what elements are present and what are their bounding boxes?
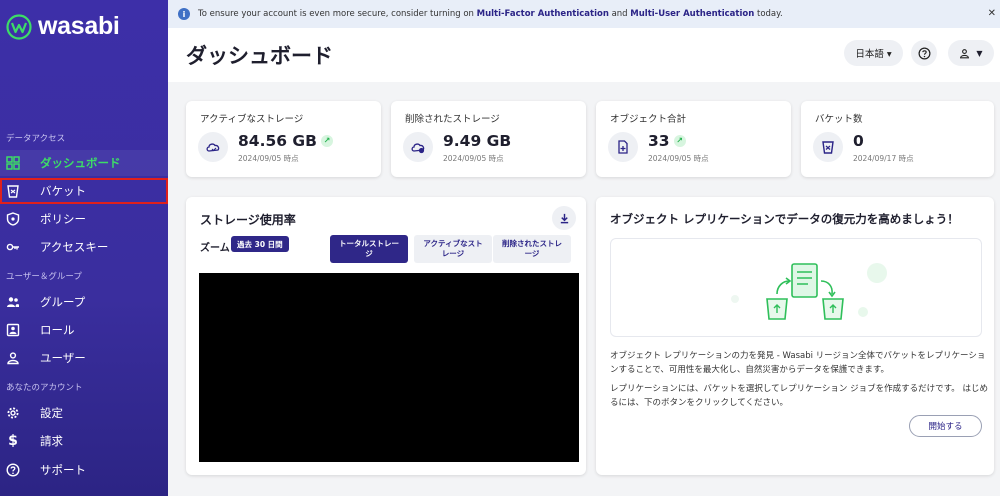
sidebar-item-billing[interactable]: $ 請求 bbox=[0, 428, 168, 454]
storage-usage-title: ストレージ使用率 bbox=[200, 213, 296, 227]
chevron-down-icon: ▼ bbox=[976, 48, 983, 58]
banner-prefix: To ensure your account is even more secu… bbox=[198, 9, 477, 19]
sidebar-item-label: グループ bbox=[40, 295, 86, 309]
sidebar-item-label: アクセスキー bbox=[40, 240, 109, 254]
trend-up-icon: ↗ bbox=[320, 134, 333, 147]
dollar-icon: $ bbox=[8, 433, 18, 449]
storage-usage-card: ストレージ使用率 ズーム 過去 30 日間 トータルストレージ アクティブなスト… bbox=[186, 197, 586, 475]
mua-link[interactable]: Multi-User Authentication bbox=[630, 9, 754, 19]
stat-card-deleted-storage: 削除されたストレージ 9.49 GB 2024/09/05 時点 bbox=[391, 101, 586, 177]
stat-date: 2024/09/05 時点 bbox=[238, 154, 299, 163]
section-label-data-access: データアクセス bbox=[6, 134, 66, 144]
stat-date: 2024/09/17 時点 bbox=[853, 154, 914, 163]
zoom-label: ズーム bbox=[200, 243, 230, 254]
dashboard-icon bbox=[6, 156, 20, 170]
download-button[interactable] bbox=[552, 206, 576, 230]
stat-date: 2024/09/05 時点 bbox=[648, 154, 709, 163]
shield-icon bbox=[6, 212, 20, 226]
trend-up-icon: ↗ bbox=[673, 134, 686, 147]
user-menu-button[interactable]: ▼ bbox=[948, 40, 994, 66]
stat-value: 9.49 GB bbox=[443, 132, 512, 150]
sidebar-item-label: サポート bbox=[40, 463, 86, 477]
sidebar-item-label: ロール bbox=[40, 323, 75, 337]
sidebar-item-policies[interactable]: ポリシー bbox=[0, 206, 168, 232]
help-icon bbox=[6, 463, 20, 477]
tab-active-storage[interactable]: アクティブなストレージ bbox=[414, 235, 492, 263]
mfa-link[interactable]: Multi-Factor Authentication bbox=[477, 9, 609, 19]
page-title: ダッシュボード bbox=[186, 44, 333, 68]
file-add-icon bbox=[608, 132, 638, 162]
replication-title: オブジェクト レプリケーションでデータの復元力を高めましょう！ bbox=[610, 212, 959, 226]
bucket-icon bbox=[6, 184, 20, 198]
sidebar-item-label: ユーザー bbox=[40, 351, 86, 365]
user-icon bbox=[960, 48, 970, 58]
stat-value-text: 33 bbox=[648, 132, 670, 150]
start-button[interactable]: 開始する bbox=[909, 415, 982, 437]
brand-name: wasabi bbox=[38, 12, 120, 40]
zoom-range-chip[interactable]: 過去 30 日間 bbox=[231, 236, 289, 252]
sidebar-item-buckets[interactable]: バケット bbox=[0, 178, 168, 204]
sidebar-item-support[interactable]: サポート bbox=[0, 457, 168, 483]
stat-title: バケット数 bbox=[815, 114, 863, 125]
stat-card-bucket-count: バケット数 0 2024/09/17 時点 bbox=[801, 101, 994, 177]
bucket-icon bbox=[813, 132, 843, 162]
user-icon bbox=[6, 351, 20, 365]
sidebar-item-roles[interactable]: ロール bbox=[0, 317, 168, 343]
stat-value: 0 bbox=[853, 132, 864, 150]
role-icon bbox=[6, 323, 20, 337]
stat-title: 削除されたストレージ bbox=[405, 114, 500, 125]
sidebar-item-label: 設定 bbox=[40, 406, 63, 420]
tab-total-storage[interactable]: トータルストレージ bbox=[330, 235, 408, 263]
storage-usage-chart bbox=[199, 273, 579, 462]
banner-text: To ensure your account is even more secu… bbox=[198, 9, 783, 19]
sidebar-item-groups[interactable]: グループ bbox=[0, 289, 168, 315]
sidebar-item-access-keys[interactable]: アクセスキー bbox=[0, 234, 168, 260]
security-banner: i To ensure your account is even more se… bbox=[168, 0, 1000, 28]
sidebar-item-users[interactable]: ユーザー bbox=[0, 345, 168, 371]
sidebar-item-settings[interactable]: 設定 bbox=[0, 400, 168, 426]
wasabi-logo-icon bbox=[6, 13, 32, 40]
replication-graphic bbox=[731, 263, 887, 320]
stat-date: 2024/09/05 時点 bbox=[443, 154, 504, 163]
help-icon bbox=[918, 47, 930, 59]
cloud-sync-icon bbox=[198, 132, 228, 162]
stat-value: 84.56 GB ↗ bbox=[238, 132, 333, 150]
key-icon bbox=[6, 240, 20, 254]
close-icon[interactable]: ✕ bbox=[988, 8, 996, 19]
stat-value-text: 84.56 GB bbox=[238, 132, 317, 150]
replication-instructions: レプリケーションには、バケットを選択してレプリケーション ジョブを作成するだけで… bbox=[610, 384, 988, 408]
banner-and: and bbox=[608, 9, 631, 19]
sidebar-item-label: バケット bbox=[40, 184, 86, 198]
section-label-your-account: あなたのアカウント bbox=[6, 383, 83, 393]
replication-promo-card: オブジェクト レプリケーションでデータの復元力を高めましょう！ オブジェクト レ… bbox=[596, 197, 994, 475]
download-icon bbox=[560, 213, 568, 223]
stat-title: オブジェクト合計 bbox=[610, 114, 687, 125]
tab-deleted-storage[interactable]: 削除されたストレージ bbox=[493, 235, 571, 263]
help-button[interactable] bbox=[911, 40, 937, 66]
gear-icon bbox=[6, 406, 20, 420]
cloud-delete-icon bbox=[403, 132, 433, 162]
sidebar-item-label: ダッシュボード bbox=[40, 156, 121, 170]
sidebar-item-label: 請求 bbox=[40, 434, 63, 448]
page-header: ダッシュボード 日本語 ▾ ▼ bbox=[168, 28, 1000, 82]
stat-title: アクティブなストレージ bbox=[200, 114, 304, 125]
info-icon: i bbox=[178, 8, 190, 20]
stat-card-active-storage: アクティブなストレージ 84.56 GB ↗ 2024/09/05 時点 bbox=[186, 101, 381, 177]
replication-illustration bbox=[610, 238, 982, 337]
sidebar-item-label: ポリシー bbox=[40, 212, 86, 226]
language-select[interactable]: 日本語 ▾ bbox=[844, 40, 903, 66]
wasabi-logo[interactable]: wasabi bbox=[6, 12, 120, 41]
banner-suffix: today. bbox=[754, 9, 783, 19]
sidebar-item-dashboard[interactable]: ダッシュボード bbox=[0, 150, 168, 176]
stat-value: 33 ↗ bbox=[648, 132, 686, 150]
group-icon bbox=[6, 295, 20, 309]
section-label-users-groups: ユーザー＆グループ bbox=[6, 272, 82, 282]
sidebar: wasabi データアクセス ダッシュボード バケット ポリシー アクセスキー … bbox=[0, 0, 168, 496]
replication-description: オブジェクト レプリケーションの力を発見 - Wasabi リージョン全体でバケ… bbox=[610, 351, 986, 375]
stat-card-total-objects: オブジェクト合計 33 ↗ 2024/09/05 時点 bbox=[596, 101, 791, 177]
